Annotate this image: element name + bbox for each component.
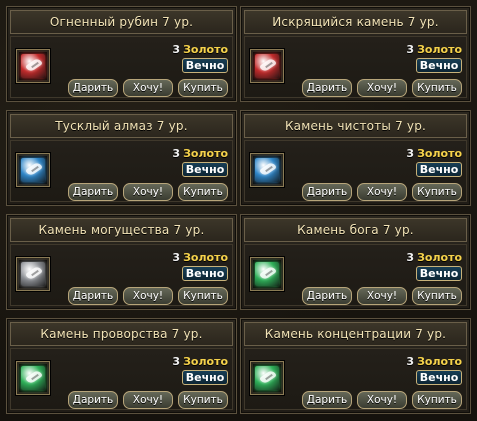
price-amount: 3 [172,43,181,56]
item-title: Камень проворства 7 ур. [10,322,233,346]
shop-item-card: Камень чистоты 7 ур. 3 Золото Вечно Дарит… [240,110,471,206]
buy-button[interactable]: Купить [412,183,462,201]
item-price: 3 Золото [406,147,462,160]
price-currency: Золото [183,251,228,264]
item-price: 3 Золото [172,43,228,56]
shop-item-grid: Огненный рубин 7 ур. 3 Золото Вечно Дарит… [0,0,477,421]
want-button[interactable]: Хочу! [357,287,407,305]
shop-item-card: Искрящийся камень 7 ур. 3 Золото Вечно Да… [240,6,471,102]
item-slot[interactable] [250,361,284,395]
duration-badge: Вечно [182,58,228,73]
item-slot[interactable] [16,49,50,83]
want-button[interactable]: Хочу! [357,391,407,409]
item-price: 3 Золото [172,355,228,368]
item-slot[interactable] [250,49,284,83]
want-button[interactable]: Хочу! [123,287,173,305]
duration-badge: Вечно [182,370,228,385]
red-gem-icon [21,54,45,78]
grey-gem-icon [21,262,45,286]
item-slot[interactable] [16,257,50,291]
item-price: 3 Золото [406,355,462,368]
shop-item-card: Камень могущества 7 ур. 3 Золото Вечно Да… [6,214,237,310]
price-currency: Золото [417,251,462,264]
gift-button[interactable]: Дарить [302,183,352,201]
item-price: 3 Золото [406,43,462,56]
duration-badge: Вечно [416,58,462,73]
buy-button[interactable]: Купить [178,79,228,97]
item-title: Тусклый алмаз 7 ур. [10,114,233,138]
buy-button[interactable]: Купить [412,79,462,97]
price-currency: Золото [417,355,462,368]
duration-badge: Вечно [182,162,228,177]
price-currency: Золото [417,43,462,56]
gift-button[interactable]: Дарить [302,79,352,97]
want-button[interactable]: Хочу! [123,79,173,97]
green-gem-icon [255,262,279,286]
item-title: Камень концентрации 7 ур. [244,322,467,346]
item-title: Камень бога 7 ур. [244,218,467,242]
gift-button[interactable]: Дарить [302,287,352,305]
duration-badge: Вечно [416,370,462,385]
price-amount: 3 [406,147,415,160]
item-title: Камень чистоты 7 ур. [244,114,467,138]
gift-button[interactable]: Дарить [68,183,118,201]
price-currency: Золото [183,147,228,160]
want-button[interactable]: Хочу! [123,391,173,409]
buy-button[interactable]: Купить [178,287,228,305]
item-slot[interactable] [16,361,50,395]
shop-item-card: Камень проворства 7 ур. 3 Золото Вечно Да… [6,318,237,414]
green-gem-icon [21,366,45,390]
item-slot[interactable] [250,153,284,187]
buy-button[interactable]: Купить [178,183,228,201]
price-amount: 3 [406,251,415,264]
price-currency: Золото [183,355,228,368]
item-price: 3 Золото [406,251,462,264]
want-button[interactable]: Хочу! [123,183,173,201]
green-gem-icon [255,366,279,390]
item-price: 3 Золото [172,147,228,160]
duration-badge: Вечно [416,266,462,281]
buy-button[interactable]: Купить [412,287,462,305]
gift-button[interactable]: Дарить [68,79,118,97]
item-title: Камень могущества 7 ур. [10,218,233,242]
gift-button[interactable]: Дарить [68,287,118,305]
price-amount: 3 [172,251,181,264]
price-amount: 3 [172,147,181,160]
gift-button[interactable]: Дарить [302,391,352,409]
price-amount: 3 [406,355,415,368]
blue-gem-icon [21,158,45,182]
price-amount: 3 [172,355,181,368]
item-slot[interactable] [250,257,284,291]
item-slot[interactable] [16,153,50,187]
buy-button[interactable]: Купить [412,391,462,409]
item-price: 3 Золото [172,251,228,264]
red-gem-icon [255,54,279,78]
want-button[interactable]: Хочу! [357,183,407,201]
shop-item-card: Огненный рубин 7 ур. 3 Золото Вечно Дарит… [6,6,237,102]
item-title: Огненный рубин 7 ур. [10,10,233,34]
shop-item-card: Тусклый алмаз 7 ур. 3 Золото Вечно Дарить… [6,110,237,206]
want-button[interactable]: Хочу! [357,79,407,97]
price-currency: Золото [417,147,462,160]
price-amount: 3 [406,43,415,56]
price-currency: Золото [183,43,228,56]
duration-badge: Вечно [182,266,228,281]
shop-item-card: Камень концентрации 7 ур. 3 Золото Вечно … [240,318,471,414]
shop-item-card: Камень бога 7 ур. 3 Золото Вечно Дарить Х… [240,214,471,310]
gift-button[interactable]: Дарить [68,391,118,409]
buy-button[interactable]: Купить [178,391,228,409]
blue-gem-icon [255,158,279,182]
duration-badge: Вечно [416,162,462,177]
item-title: Искрящийся камень 7 ур. [244,10,467,34]
